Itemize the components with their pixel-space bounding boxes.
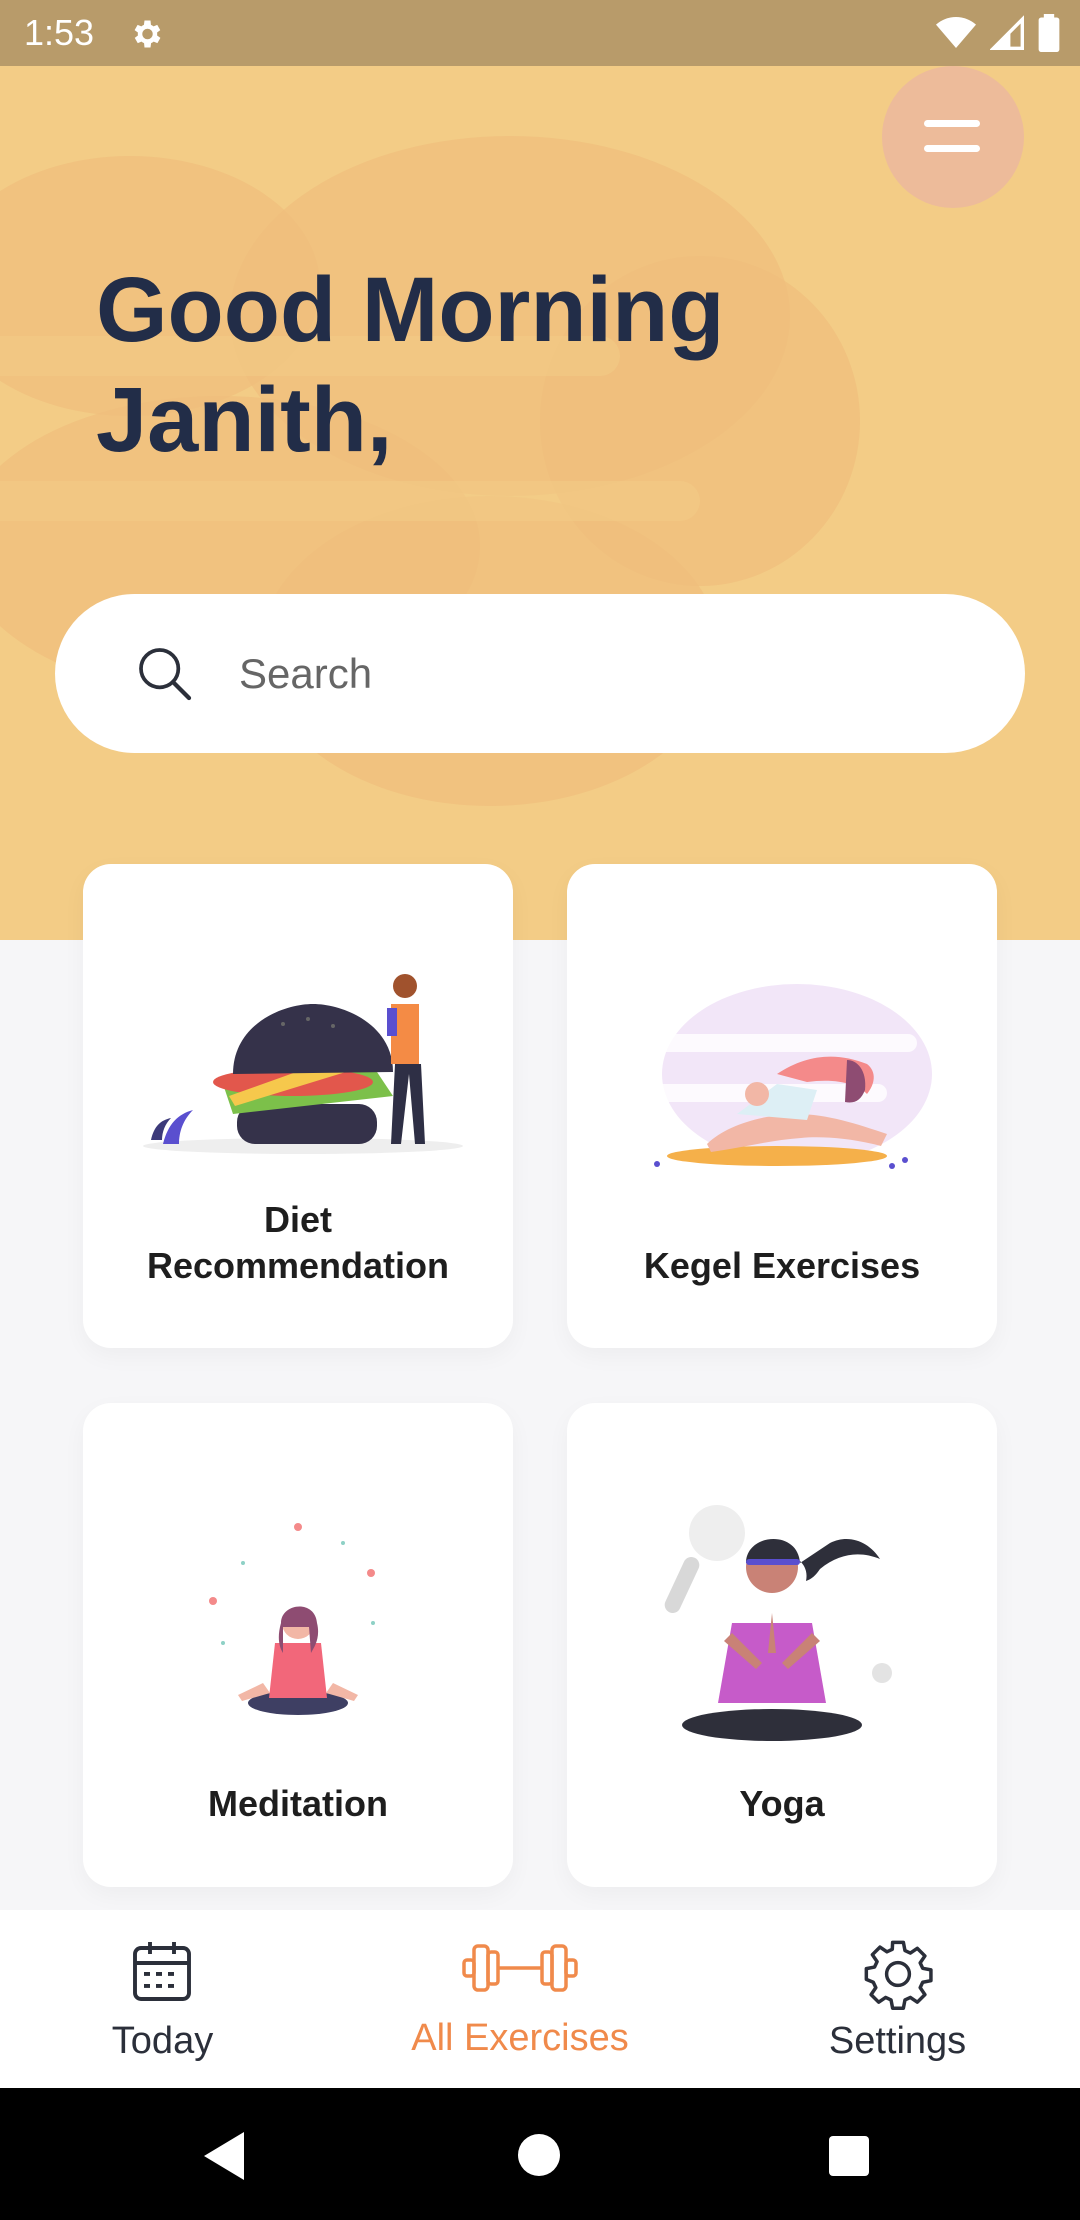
diet-illustration bbox=[143, 974, 463, 1154]
nav-label-all-exercises: All Exercises bbox=[411, 2017, 629, 2059]
kegel-illustration bbox=[647, 984, 932, 1169]
card-kegel-exercises[interactable]: Kegel Exercises bbox=[567, 864, 997, 1348]
home-icon[interactable] bbox=[518, 2134, 560, 2176]
menu-button[interactable] bbox=[882, 66, 1024, 208]
status-bar: 1:53 bbox=[0, 0, 1080, 66]
menu-icon bbox=[924, 120, 980, 127]
nav-today[interactable]: Today bbox=[80, 1910, 245, 2088]
card-label: Diet Recommendation bbox=[146, 1199, 450, 1286]
battery-icon bbox=[1038, 14, 1060, 52]
dumbbell-icon bbox=[462, 1944, 578, 1992]
card-label: Meditation bbox=[208, 1783, 388, 1824]
nav-all-exercises[interactable]: All Exercises bbox=[400, 1910, 640, 2088]
nav-label-today: Today bbox=[111, 2020, 214, 2062]
nav-settings[interactable]: Settings bbox=[815, 1910, 980, 2088]
card-yoga[interactable]: Yoga bbox=[567, 1403, 997, 1887]
back-icon[interactable] bbox=[204, 2132, 248, 2180]
card-diet-recommendation[interactable]: Diet Recommendation bbox=[83, 864, 513, 1348]
signal-icon bbox=[990, 15, 1024, 50]
card-meditation[interactable]: Meditation bbox=[83, 1403, 513, 1887]
gear-icon bbox=[134, 20, 161, 48]
card-label: Kegel Exercises bbox=[643, 1245, 921, 1286]
yoga-illustration bbox=[664, 1505, 892, 1741]
wifi-icon bbox=[936, 17, 976, 48]
bottom-navigation: Today All Exercises Settings bbox=[0, 1910, 1080, 2088]
menu-icon-line bbox=[924, 145, 980, 152]
status-time: 1:53 bbox=[24, 12, 95, 53]
calendar-icon bbox=[133, 1942, 191, 2001]
card-label: Yoga bbox=[739, 1783, 825, 1824]
search-input[interactable] bbox=[239, 634, 959, 714]
search-bar[interactable] bbox=[55, 594, 1025, 753]
meditation-illustration bbox=[209, 1523, 375, 1715]
nav-label-settings: Settings bbox=[828, 2020, 967, 2062]
greeting-title: Good Morning Janith, bbox=[96, 259, 725, 471]
system-navigation-bar bbox=[0, 2088, 1080, 2220]
search-icon bbox=[139, 648, 192, 701]
gear-icon bbox=[864, 1940, 933, 2010]
recents-icon[interactable] bbox=[828, 2136, 870, 2176]
